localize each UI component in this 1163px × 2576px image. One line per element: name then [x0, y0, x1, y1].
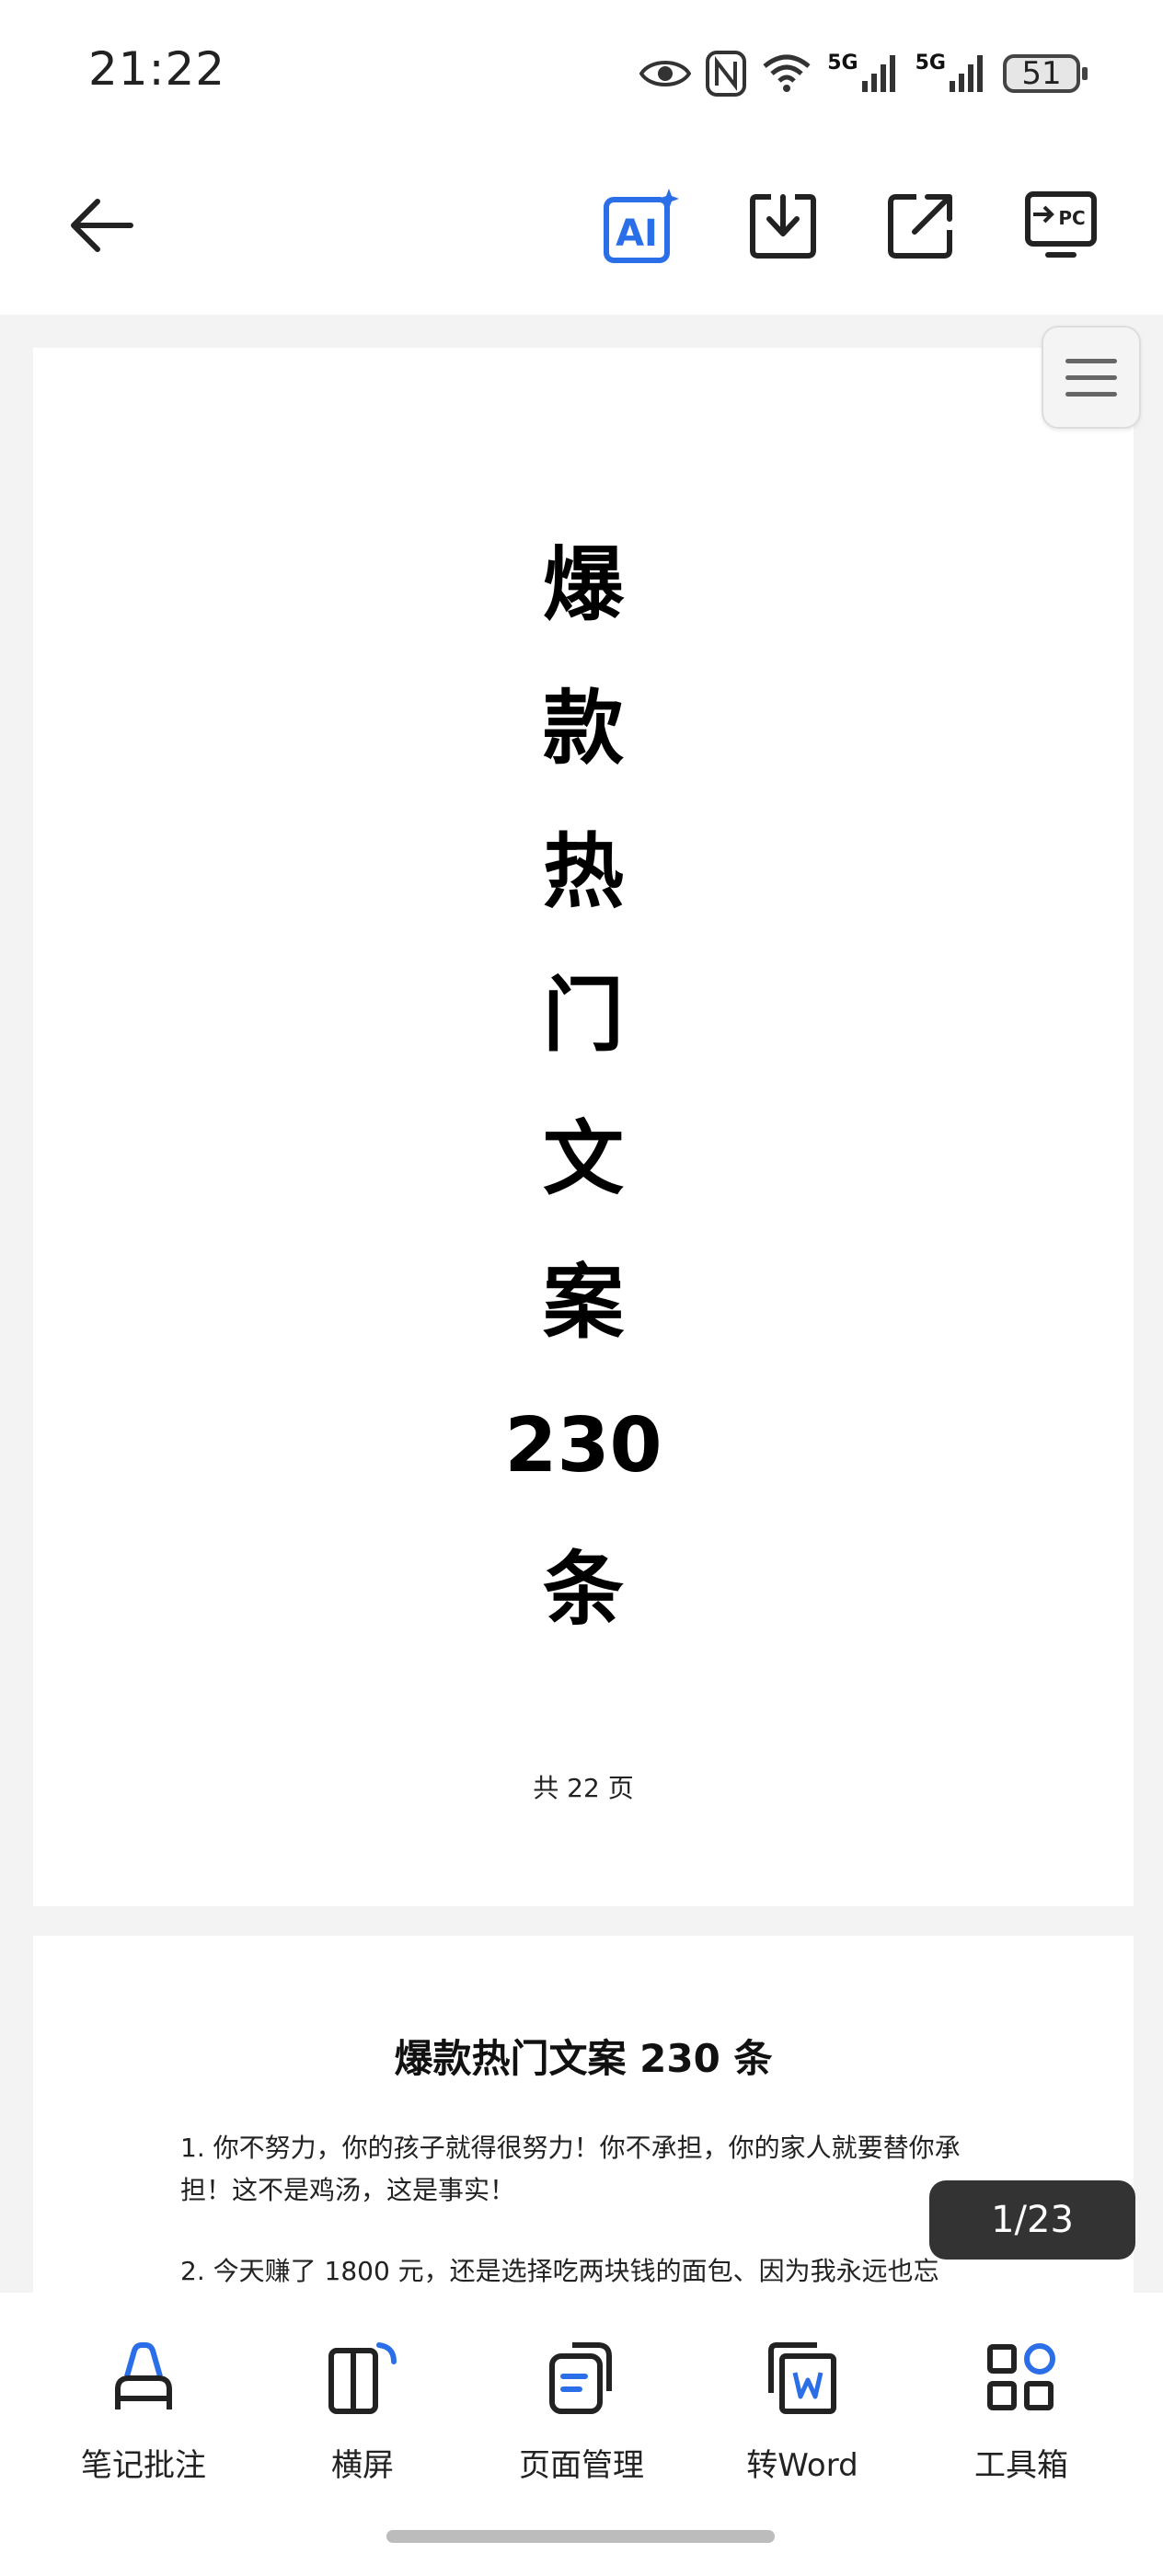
to-word-button[interactable]: 转Word	[701, 2337, 904, 2485]
menu-line	[1065, 391, 1117, 397]
arrow-left-icon	[71, 199, 133, 252]
toolbox-button[interactable]: 工具箱	[920, 2337, 1123, 2485]
signal-5g-1: 5G	[827, 46, 900, 101]
eye-icon	[639, 46, 692, 101]
toolbox-label: 工具箱	[974, 2447, 1068, 2484]
page2-title: 爆款热门文案 230 条	[394, 2036, 773, 2081]
status-bar: 21:22 5G 5G 51	[0, 0, 1163, 147]
pc-cast-icon: PC	[1025, 191, 1097, 258]
to-word-icon	[768, 2342, 836, 2414]
title-char: 热	[542, 824, 624, 919]
share-icon	[888, 194, 952, 259]
title-char: 款	[542, 681, 624, 776]
title-char: 案	[542, 1255, 624, 1350]
home-indicator[interactable]	[386, 2530, 775, 2543]
menu-line	[1065, 358, 1117, 363]
annotate-icon	[115, 2342, 172, 2409]
back-button[interactable]	[61, 184, 144, 267]
nfc-icon	[706, 46, 747, 101]
ai-icon: AI	[604, 189, 679, 263]
share-button[interactable]	[880, 184, 962, 267]
ai-button[interactable]: AI	[600, 184, 683, 267]
page-indicator: 1/23	[929, 2180, 1135, 2260]
title-char: 爆	[542, 537, 624, 632]
page-manage-button[interactable]: 页面管理	[480, 2337, 683, 2485]
vertical-title: 爆 款 热 门 文 案 230 条	[33, 513, 1134, 1662]
page2-item-2: 2. 今天赚了 1800 元，还是选择吃两块钱的面包、因为我永远也忘	[180, 2256, 939, 2286]
page2-item-1: 1. 你不努力，你的孩子就得很努力！你不承担，你的家人就要替你承担！这不是鸡汤，…	[180, 2133, 961, 2205]
total-pages-note: 共 22 页	[533, 1773, 634, 1803]
top-toolbar: AI PC	[0, 147, 1163, 315]
pc-label: PC	[1058, 207, 1085, 229]
landscape-label: 横屏	[331, 2447, 394, 2484]
rotate-icon	[328, 2342, 397, 2414]
battery-icon: 51	[1003, 46, 1088, 101]
wifi-icon	[761, 46, 812, 101]
page-manage-icon	[549, 2342, 612, 2414]
ai-icon-label: AI	[616, 213, 658, 255]
signal-5g-2: 5G	[915, 46, 988, 101]
title-char: 条	[542, 1542, 624, 1637]
toolbox-icon	[987, 2343, 1055, 2410]
annotate-label: 笔记批注	[81, 2447, 206, 2484]
landscape-button[interactable]: 横屏	[261, 2337, 464, 2485]
status-time: 21:22	[88, 42, 226, 96]
annotate-button[interactable]: 笔记批注	[42, 2337, 245, 2485]
outline-menu-button[interactable]	[1042, 326, 1141, 429]
cast-to-pc-button[interactable]: PC	[1019, 184, 1102, 267]
status-icons: 5G 5G 51	[639, 44, 1088, 103]
title-char: 门	[542, 968, 624, 1063]
title-char: 文	[542, 1111, 624, 1206]
document-viewer[interactable]: 爆 款 热 门 文 案 230 条 共 22 页 爆款热门文案 230 条 1.…	[0, 315, 1163, 2293]
download-icon	[750, 194, 816, 259]
page-manage-label: 页面管理	[519, 2447, 644, 2484]
menu-line	[1065, 374, 1117, 380]
download-button[interactable]	[742, 184, 824, 267]
document-page-1: 爆 款 热 门 文 案 230 条 共 22 页	[33, 348, 1134, 1906]
title-number: 230	[504, 1402, 662, 1489]
battery-level: 51	[1003, 54, 1088, 93]
to-word-label: 转Word	[746, 2447, 858, 2484]
